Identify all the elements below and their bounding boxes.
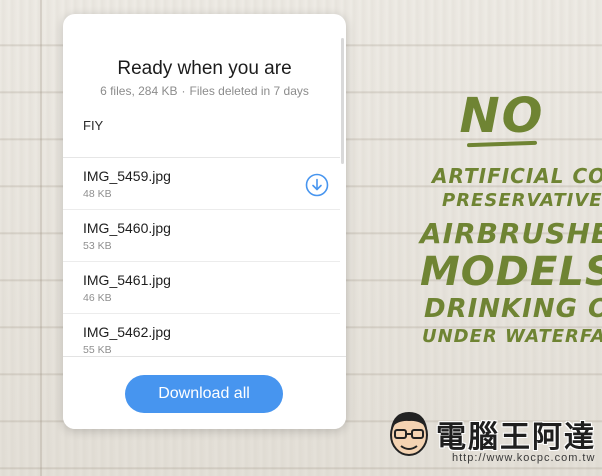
file-row[interactable]: IMG_5460.jpg 53 KB — [63, 209, 340, 262]
background-plank-edge — [40, 0, 42, 476]
file-name: IMG_5459.jpg — [83, 168, 171, 184]
slogan-line: UNDER WATERFALL — [422, 326, 602, 347]
transfer-summary: 6 files, 284 KB · Files deleted in 7 days — [63, 84, 346, 98]
watermark: 電腦王阿達 http://www.kocpc.com.tw — [386, 404, 602, 468]
mascot-face-icon — [390, 412, 428, 456]
slogan-line: AIRBRUSHED — [420, 217, 602, 250]
download-dialog: Ready when you are 6 files, 284 KB · Files… — [63, 14, 346, 429]
slogan-line: MODELS — [420, 249, 602, 295]
file-list[interactable]: IMG_5459.jpg 48 KB IMG_5460.jpg 53 KB IM… — [63, 157, 340, 369]
slogan-line: ARTIFICIAL COLOU — [432, 164, 602, 188]
file-size: 53 KB — [83, 240, 112, 252]
download-all-button[interactable]: Download all — [125, 375, 283, 413]
file-size: 55 KB — [83, 344, 112, 356]
file-count: 6 files, 284 KB — [100, 84, 178, 98]
background-slogan: NO ARTIFICIAL COLOU PRESERVATIVES OR AIR… — [402, 92, 602, 362]
slogan-line: DRINKING OVE — [424, 294, 602, 324]
expiry-notice: Files deleted in 7 days — [189, 84, 309, 98]
transfer-message: FIY — [83, 118, 104, 133]
file-size: 46 KB — [83, 292, 112, 304]
file-row[interactable]: IMG_5459.jpg 48 KB — [63, 157, 340, 210]
file-size: 48 KB — [83, 188, 112, 200]
file-name: IMG_5461.jpg — [83, 272, 171, 288]
file-name: IMG_5462.jpg — [83, 324, 171, 340]
file-name: IMG_5460.jpg — [83, 220, 171, 236]
dialog-header: Ready when you are 6 files, 284 KB · Files… — [63, 14, 346, 158]
separator: · — [181, 84, 186, 98]
slogan-no: NO — [459, 92, 545, 144]
file-row[interactable]: IMG_5461.jpg 46 KB — [63, 261, 340, 314]
slogan-line: PRESERVATIVES OR — [442, 190, 602, 211]
dialog-title: Ready when you are — [117, 58, 292, 79]
scrollbar[interactable] — [341, 38, 344, 164]
dialog-footer: Download all — [63, 356, 346, 429]
watermark-url: http://www.kocpc.com.tw — [452, 452, 596, 464]
download-circle-icon[interactable] — [305, 173, 329, 197]
watermark-title: 電腦王阿達 — [436, 420, 596, 455]
